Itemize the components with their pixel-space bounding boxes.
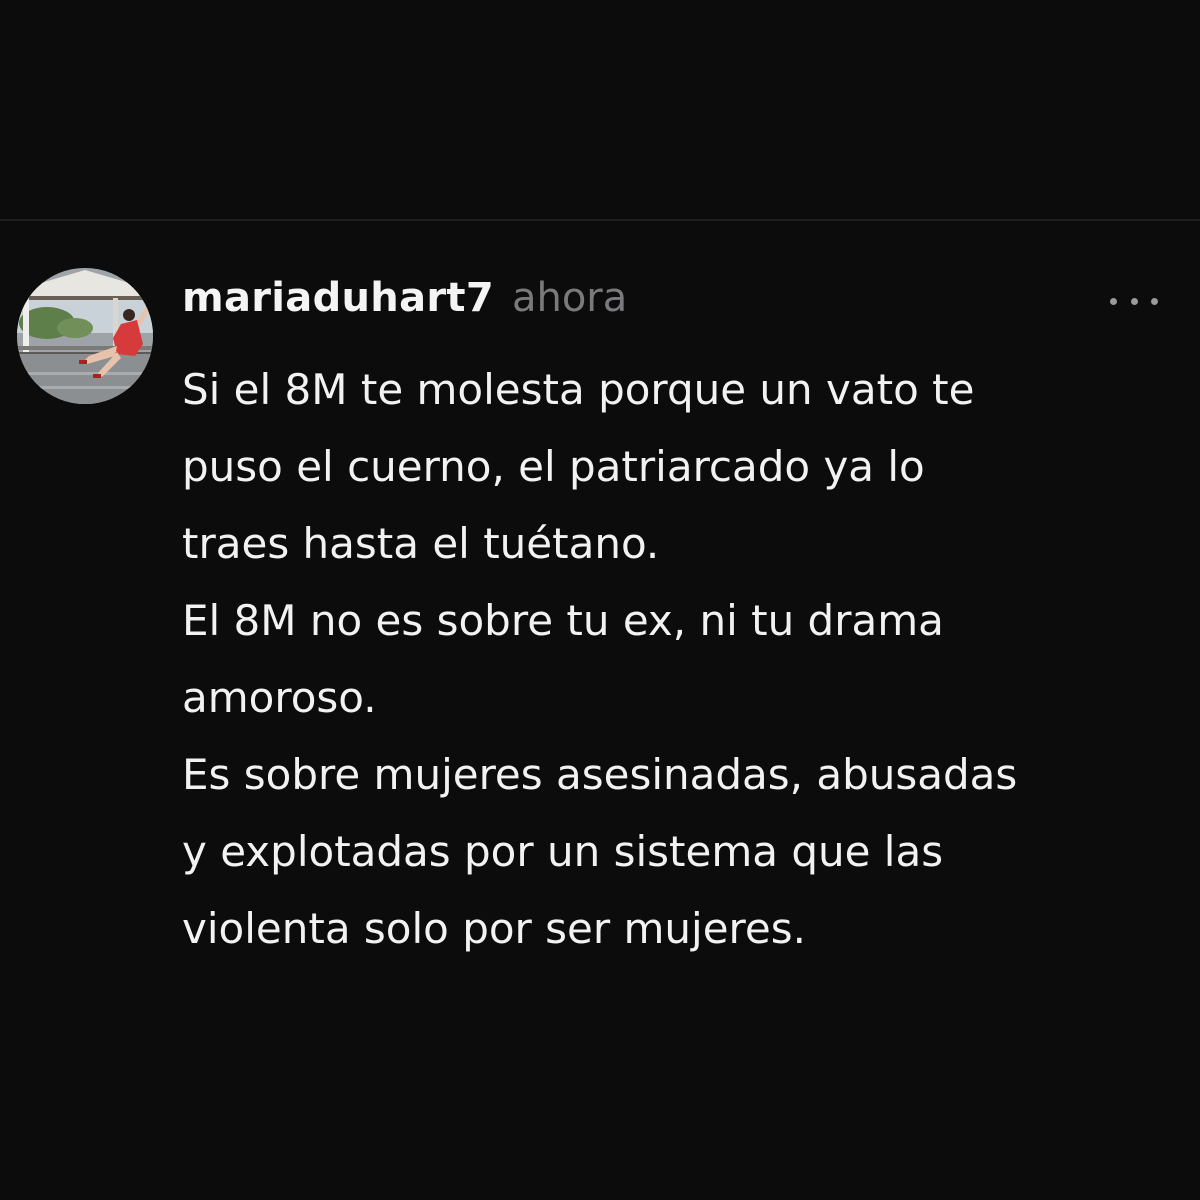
post-text-line: El 8M no es sobre tu ex, ni tu drama	[182, 596, 944, 645]
post-header: mariaduhart7 ahora	[182, 275, 627, 331]
post-text-line: Es sobre mujeres asesinadas, abusadas	[182, 750, 1018, 799]
more-horizontal-icon	[1110, 297, 1117, 305]
post: mariaduhart7 ahora Si el 8M te molesta p…	[0, 221, 1200, 1200]
more-horizontal-icon-dot	[1130, 297, 1138, 305]
avatar-photo	[17, 268, 153, 404]
post-text-line: y explotadas por un sistema que las	[182, 827, 944, 876]
post-time: ahora	[511, 275, 628, 321]
more-options-button[interactable]	[1110, 287, 1158, 315]
post-text-line: traes hasta el tuétano.	[182, 519, 660, 568]
username[interactable]: mariaduhart7	[182, 275, 494, 321]
post-text-line: amoroso.	[182, 673, 377, 722]
avatar[interactable]	[17, 268, 153, 404]
post-text-line: Si el 8M te molesta porque un vato te	[182, 365, 975, 414]
post-text-line: violenta solo por ser mujeres.	[182, 904, 806, 953]
more-horizontal-icon-dot	[1151, 297, 1158, 305]
screen: mariaduhart7 ahora Si el 8M te molesta p…	[0, 0, 1200, 1200]
top-area	[0, 0, 1200, 219]
post-text: Si el 8M te molesta porque un vato te pu…	[182, 351, 1172, 967]
post-text-line: puso el cuerno, el patriarcado ya lo	[182, 442, 925, 491]
